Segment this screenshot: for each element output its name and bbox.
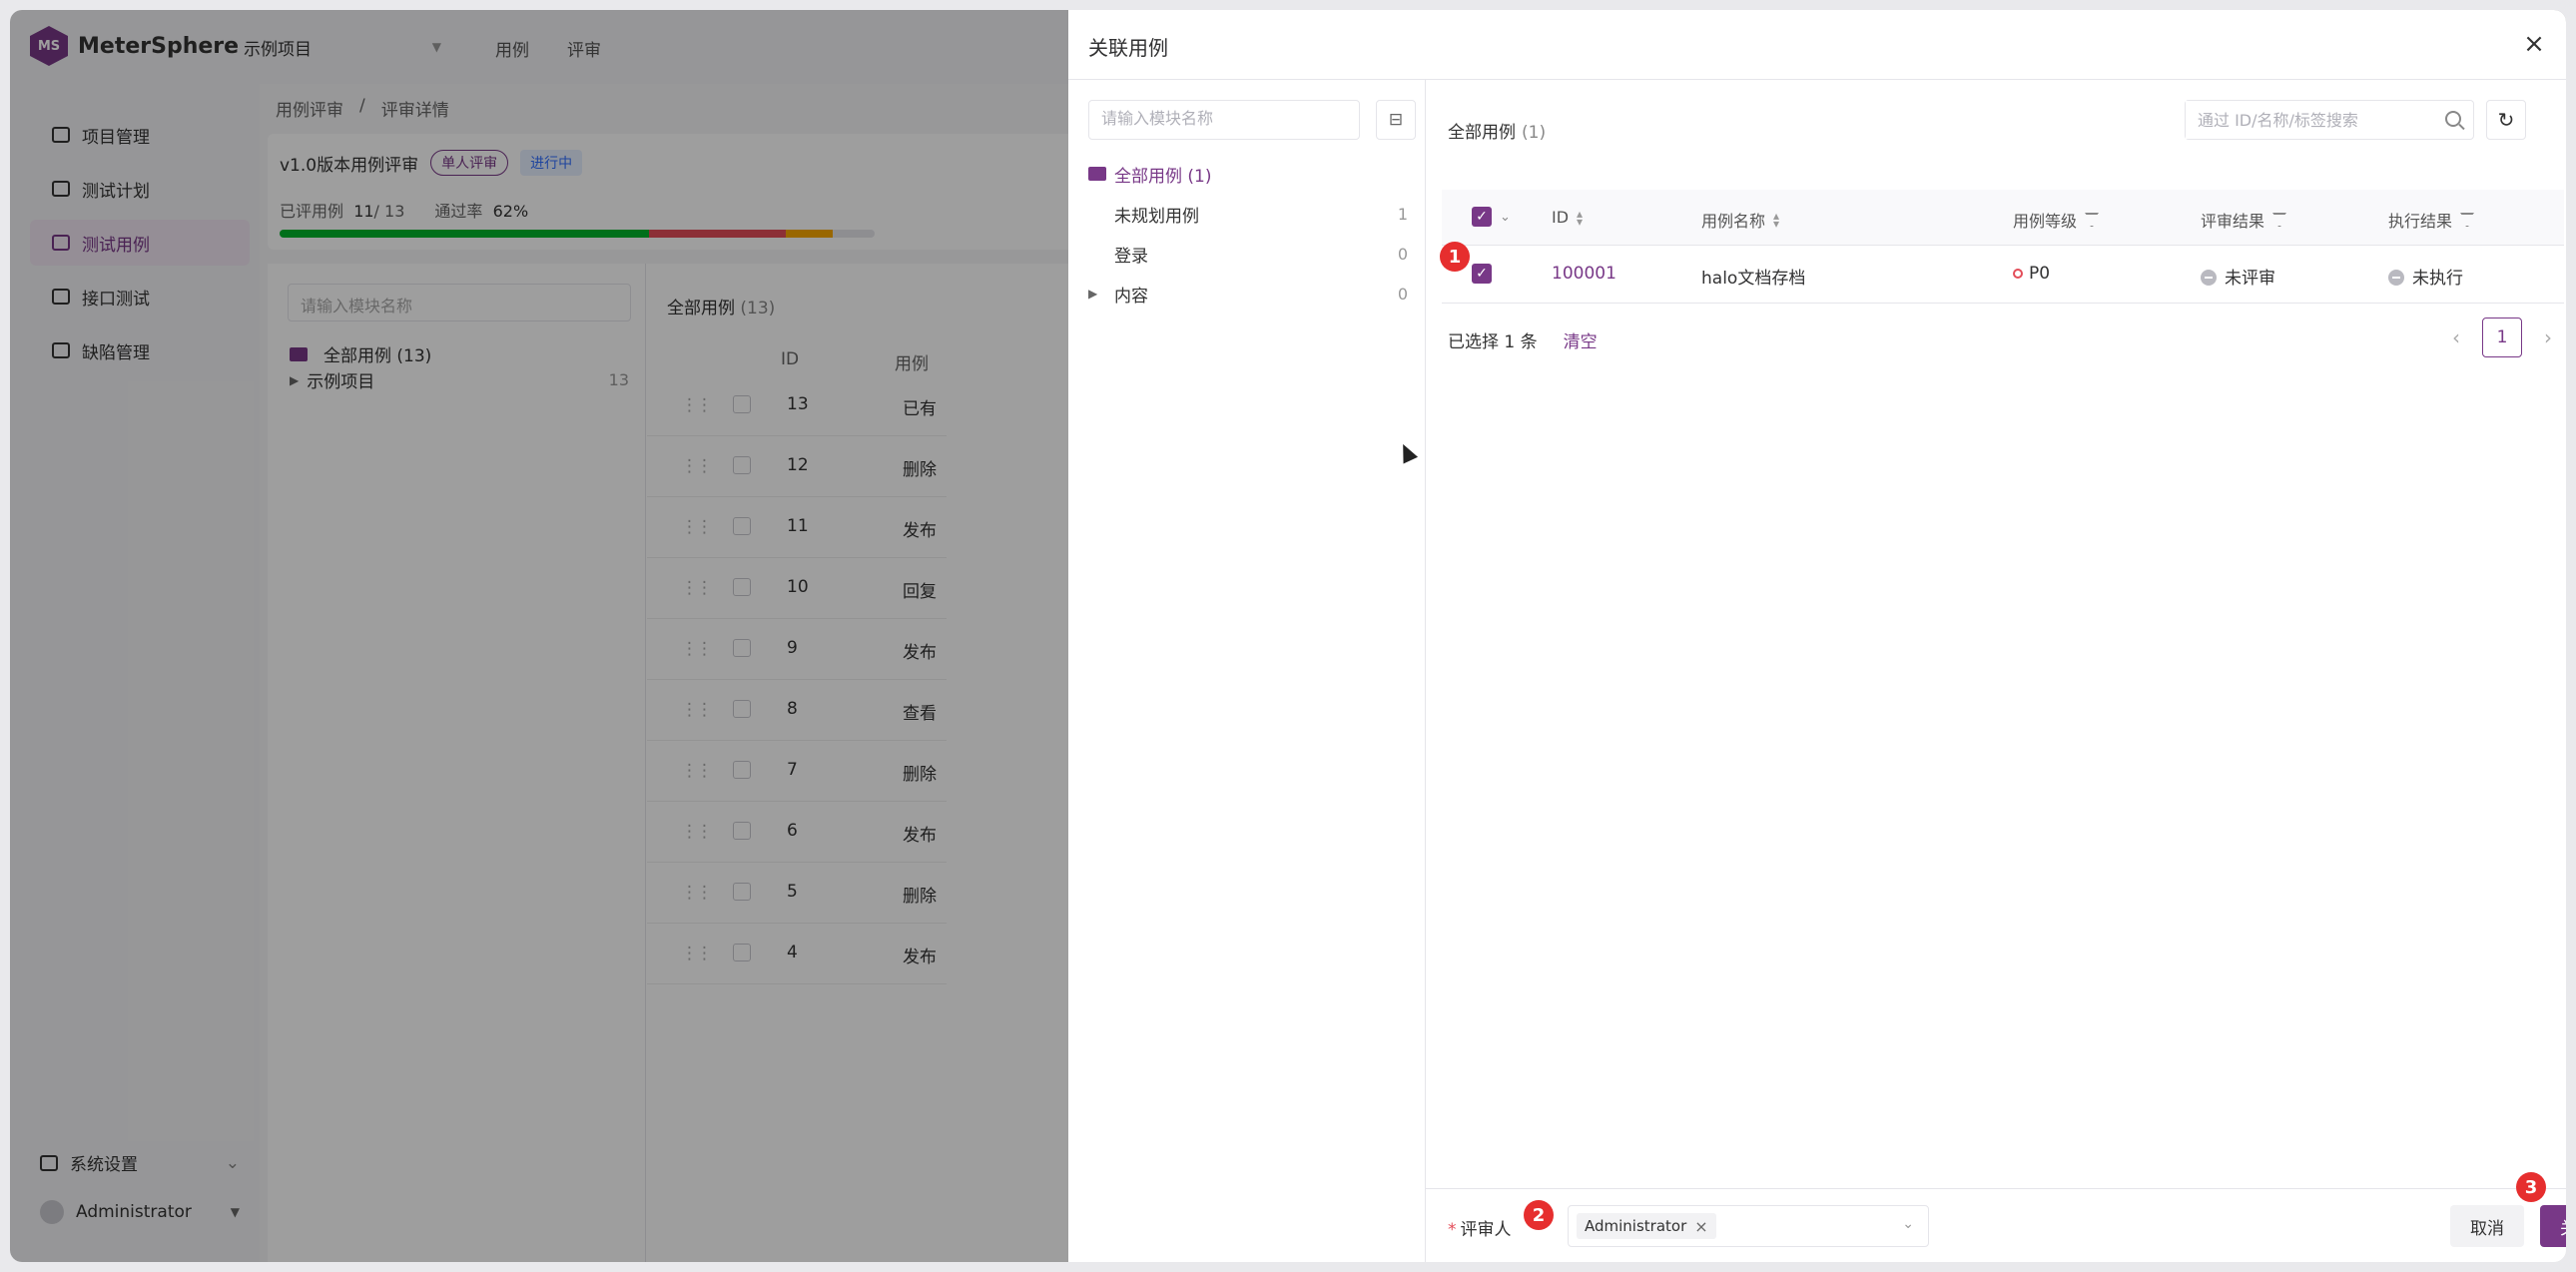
step-badge: 2 [1524, 1200, 1554, 1230]
pagination: ‹ 1 › [2452, 318, 2552, 357]
drawer-title: 关联用例 [1088, 36, 1168, 60]
tree-node-count: 0 [1397, 284, 1408, 304]
col-review-label: 评审结果 [2201, 212, 2265, 231]
case-search-input[interactable] [2186, 101, 2425, 139]
page-number[interactable]: 1 [2482, 318, 2522, 357]
tree-node-label: 登录 [1114, 246, 1148, 267]
remove-tag-icon[interactable]: × [1694, 1217, 1707, 1236]
search-icon[interactable] [2445, 111, 2461, 127]
exec-result-text: 未执行 [2412, 269, 2463, 289]
reviewer-tag: Administrator × [1577, 1213, 1716, 1239]
col-review-result[interactable]: 评审结果 [2201, 208, 2287, 232]
col-level-label: 用例等级 [2013, 212, 2078, 231]
minus-circle-icon [2388, 270, 2404, 286]
drawer-header: 关联用例 × [1068, 10, 2566, 80]
all-cases-text: 全部用例 [1448, 123, 1516, 143]
tree-node-count: 1 [1397, 204, 1408, 224]
table-row[interactable]: ✓ 100001 halo文档存档 P0 未评审 未执行 [1442, 246, 2564, 304]
tree-node-unplanned[interactable]: 未规划用例 1 [1088, 198, 1408, 230]
collapse-icon: ⊟ [1388, 110, 1404, 130]
associate-button[interactable]: 关联 [2540, 1205, 2566, 1247]
chevron-down-icon: ⌄ [1902, 1216, 1914, 1232]
tree-node-all[interactable]: 全部用例 (1) [1088, 158, 1408, 190]
step-badge: 3 [2516, 1172, 2546, 1202]
associate-case-drawer: 关联用例 × ⊟ 全部用例 (1) 未规划用例 1 登录 0 ▶ 内容 0 [1068, 10, 2566, 1262]
exec-result: 未执行 [2388, 264, 2463, 289]
module-search-input[interactable] [1088, 100, 1360, 140]
close-icon[interactable]: × [2520, 29, 2548, 59]
reviewer-label-text: 评审人 [1460, 1220, 1512, 1240]
cancel-button[interactable]: 取消 [2450, 1205, 2524, 1247]
review-result-text: 未评审 [2225, 269, 2275, 289]
checkbox-checked-icon: ✓ [1472, 264, 1492, 284]
select-all[interactable]: ✓ ⌄ [1472, 207, 1511, 227]
review-result: 未评审 [2201, 264, 2275, 289]
case-search [2185, 100, 2474, 140]
col-id-label: ID [1552, 208, 1570, 227]
collapse-tree-button[interactable]: ⊟ [1376, 100, 1416, 140]
reviewer-tag-text: Administrator [1585, 1217, 1687, 1235]
minus-circle-icon [2201, 270, 2217, 286]
tree-node-count: 0 [1397, 244, 1408, 264]
filter-icon[interactable] [2460, 213, 2475, 227]
required-mark: * [1448, 1220, 1457, 1240]
case-name: halo文档存档 [1701, 269, 1806, 289]
module-tree-panel: ⊟ 全部用例 (1) 未规划用例 1 登录 0 ▶ 内容 0 [1068, 80, 1426, 1262]
tree-node-label: 内容 [1114, 286, 1148, 307]
chevron-down-icon[interactable]: ⌄ [1500, 210, 1511, 225]
selected-count: 已选择 1 条 [1448, 332, 1538, 352]
col-id[interactable]: ID ▴ ▾ [1552, 208, 1583, 228]
case-table: ✓ ⌄ ID ▴ ▾ 用例名称 ▴ ▾ 用例等级 评审结果 执行结果 ✓ 100001 … [1442, 190, 2564, 304]
case-id-link[interactable]: 100001 [1552, 264, 1616, 284]
tree-node-label: 未规划用例 [1114, 206, 1199, 227]
selection-bar: 已选择 1 条 清空 [1448, 327, 1598, 352]
select-all-checkbox[interactable]: ✓ [1472, 207, 1492, 227]
col-name[interactable]: 用例名称 ▴ ▾ [1701, 208, 1779, 232]
col-exec-label: 执行结果 [2388, 212, 2453, 231]
prev-page-icon[interactable]: ‹ [2452, 325, 2460, 349]
table-header: ✓ ⌄ ID ▴ ▾ 用例名称 ▴ ▾ 用例等级 评审结果 执行结果 [1442, 190, 2564, 246]
reviewer-label: * 评审人 [1448, 1215, 1512, 1240]
tree-node-login[interactable]: 登录 0 [1088, 238, 1408, 270]
caret-right-icon[interactable]: ▶ [1088, 287, 1114, 301]
drawer-footer: *评审人 Administrator × ⌄ 取消 关联 [1426, 1188, 2566, 1262]
reviewer-select[interactable]: Administrator × ⌄ [1568, 1205, 1929, 1247]
step-badge: 1 [1440, 242, 1470, 272]
sort-icon[interactable]: ▴ ▾ [1773, 210, 1779, 230]
col-level[interactable]: 用例等级 [2013, 208, 2100, 232]
next-page-icon[interactable]: › [2544, 325, 2552, 349]
sort-icon[interactable]: ▴ ▾ [1577, 208, 1583, 228]
clear-selection-link[interactable]: 清空 [1564, 327, 1598, 352]
tree-node-label: 全部用例 (1) [1114, 166, 1212, 187]
col-name-label: 用例名称 [1701, 212, 1766, 231]
col-exec-result[interactable]: 执行结果 [2388, 208, 2475, 232]
case-level-text: P0 [2029, 264, 2051, 284]
all-cases-label: 全部用例 (1) [1448, 118, 1546, 143]
filter-icon[interactable] [2085, 213, 2100, 227]
refresh-button[interactable]: ↻ [2486, 100, 2526, 140]
all-cases-count: (1) [1522, 123, 1547, 143]
folder-icon [1088, 167, 1106, 181]
filter-icon[interactable] [2272, 213, 2287, 227]
tree-node-content[interactable]: ▶ 内容 0 [1088, 278, 1408, 310]
row-checkbox[interactable]: ✓ [1472, 264, 1492, 284]
case-table-panel: 全部用例 (1) ↻ ✓ ⌄ ID ▴▾ 用例名称 ▴▾ 用例等级 评审结果 执行结果 [1426, 80, 2566, 1262]
app-window: MS MeterSphere 示例项目 ▼ 用例 评审 项目管理 测试计划 测试… [10, 10, 2566, 1262]
refresh-icon: ↻ [2497, 108, 2515, 132]
level-dot-icon [2013, 269, 2023, 279]
case-level: P0 [2013, 264, 2050, 284]
